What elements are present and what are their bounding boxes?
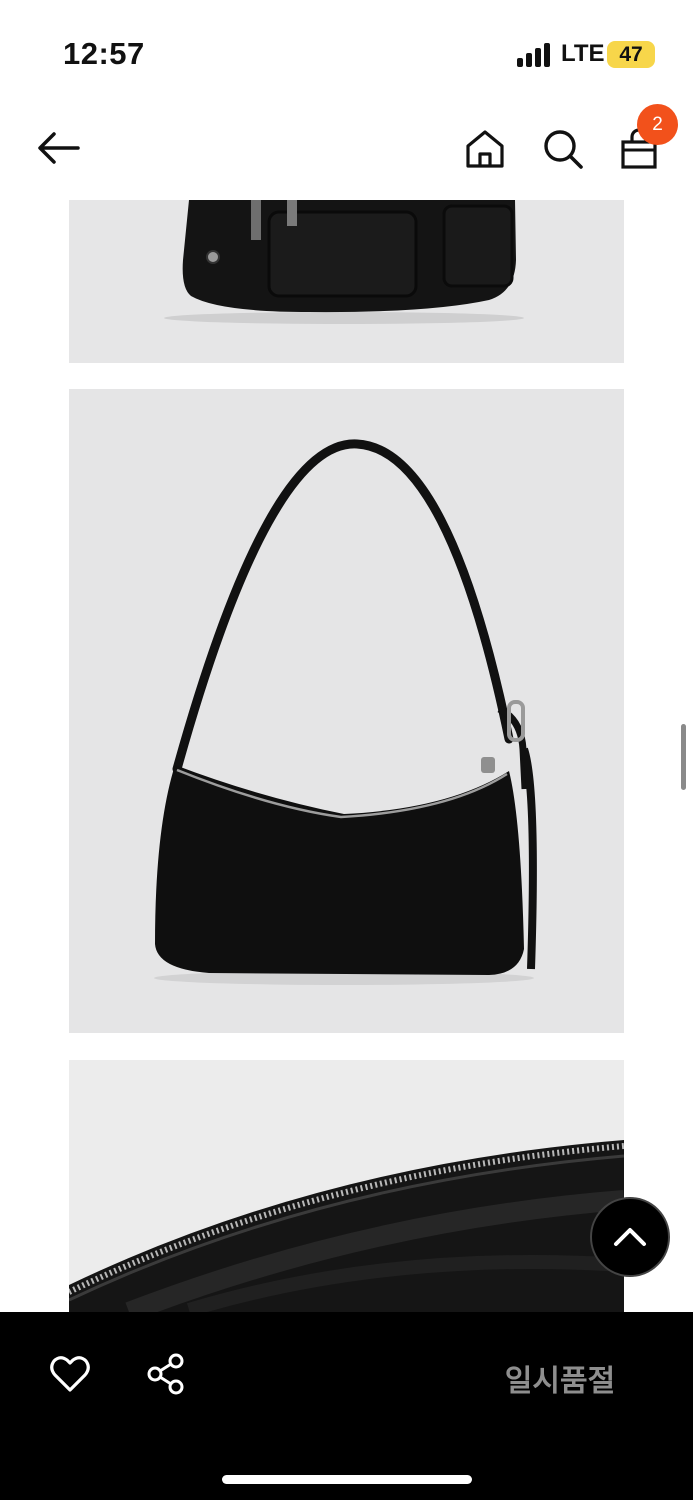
product-image-2 <box>69 389 624 1033</box>
battery-indicator: 47 <box>607 41 655 68</box>
bottom-action-bar: 일시품절 <box>0 1312 693 1500</box>
network-type: LTE <box>561 40 605 67</box>
status-bar: 12:57 LTE 47 <box>0 0 693 100</box>
back-arrow-icon[interactable] <box>34 128 84 168</box>
scroll-to-top-button[interactable] <box>590 1197 670 1277</box>
chevron-up-icon <box>614 1228 646 1246</box>
home-icon[interactable] <box>462 126 508 172</box>
status-time: 12:57 <box>63 36 145 71</box>
cart-count-badge: 2 <box>637 104 678 145</box>
signal-icon <box>517 43 553 67</box>
scroll-indicator[interactable] <box>681 724 686 790</box>
product-image-1 <box>69 200 624 363</box>
heart-icon[interactable] <box>48 1352 92 1396</box>
search-icon[interactable] <box>540 126 586 172</box>
home-indicator <box>222 1475 472 1484</box>
header-bar <box>0 100 693 200</box>
share-icon[interactable] <box>145 1352 187 1396</box>
product-image-3 <box>69 1060 624 1312</box>
sold-out-label: 일시품절 <box>504 1365 616 1398</box>
